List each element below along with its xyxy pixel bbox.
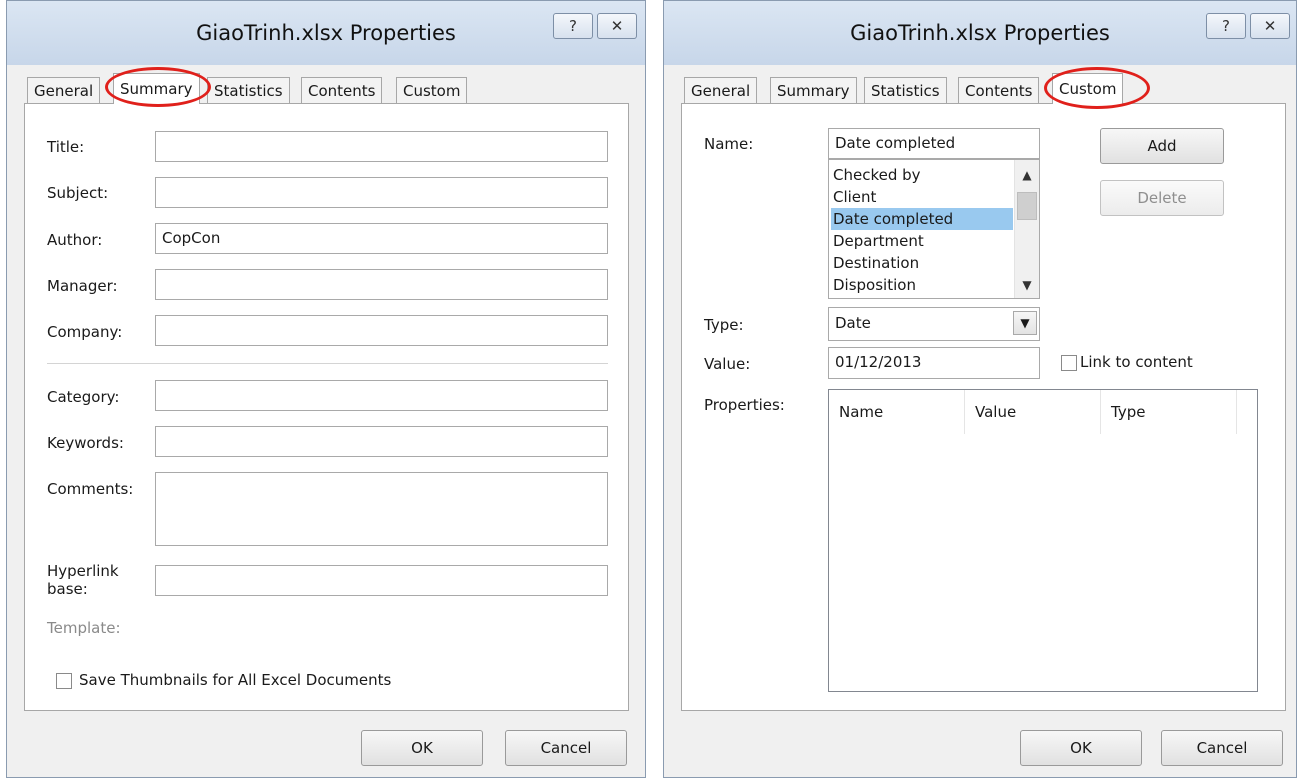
list-item-selected[interactable]: Date completed [831,208,1013,230]
cancel-button[interactable]: Cancel [505,730,627,766]
chevron-up-icon[interactable]: ▲ [1015,168,1039,182]
close-button[interactable]: ✕ [1250,13,1290,39]
title-bar: GiaoTrinh.xlsx Properties ? ✕ [664,1,1296,65]
name-label: Name: [704,135,754,153]
dialog-title: GiaoTrinh.xlsx Properties [196,21,456,45]
hyperlink-base-label: Hyperlink base: [47,562,119,598]
tab-general[interactable]: General [684,77,758,104]
dialog-title: GiaoTrinh.xlsx Properties [850,21,1110,45]
column-header-type[interactable]: Type [1101,390,1237,434]
title-field[interactable] [155,131,608,162]
comments-label: Comments: [47,480,134,498]
help-button[interactable]: ? [553,13,593,39]
add-button[interactable]: Add [1100,128,1224,164]
name-field[interactable]: Date completed [828,128,1040,159]
tab-general[interactable]: General [27,77,101,104]
tab-custom[interactable]: Custom [1052,73,1124,104]
tab-custom[interactable]: Custom [396,77,468,104]
manager-field[interactable] [155,269,608,300]
category-field[interactable] [155,380,608,411]
tab-summary[interactable]: Summary [770,77,857,104]
hyperlink-base-field[interactable] [155,565,608,596]
title-label: Title: [47,138,85,156]
properties-label: Properties: [704,396,785,414]
keywords-label: Keywords: [47,434,124,452]
value-label: Value: [704,355,751,373]
custom-tab-panel: Name: Date completed Checked by Client D… [681,103,1286,711]
help-icon: ? [1222,17,1230,35]
title-bar: GiaoTrinh.xlsx Properties ? ✕ [7,1,645,65]
type-label: Type: [704,316,744,334]
summary-tab-panel: Title: Subject: Author: CopCon Manager: … [24,103,629,711]
company-field[interactable] [155,315,608,346]
keywords-field[interactable] [155,426,608,457]
cancel-button[interactable]: Cancel [1161,730,1283,766]
type-value: Date [835,314,871,332]
ok-button[interactable]: OK [1020,730,1142,766]
link-to-content-label: Link to content [1080,353,1193,371]
category-label: Category: [47,388,120,406]
manager-label: Manager: [47,277,118,295]
name-list[interactable]: Checked by Client Date completed Departm… [828,159,1040,299]
save-thumbnails-checkbox[interactable] [56,673,72,689]
list-item[interactable]: Checked by [831,164,1013,186]
help-button[interactable]: ? [1206,13,1246,39]
close-button[interactable]: ✕ [597,13,637,39]
list-item[interactable]: Disposition [831,274,1013,296]
author-label: Author: [47,231,103,249]
tab-statistics[interactable]: Statistics [864,77,947,104]
tab-contents[interactable]: Contents [301,77,383,104]
hyperlink-label-line2: base: [47,580,88,598]
chevron-down-icon[interactable]: ▼ [1013,311,1037,335]
close-icon: ✕ [1263,17,1277,35]
ok-button[interactable]: OK [361,730,483,766]
list-item[interactable]: Client [831,186,1013,208]
comments-field[interactable] [155,472,608,546]
column-header-value[interactable]: Value [965,390,1101,434]
hyperlink-label-line1: Hyperlink [47,562,119,580]
delete-button[interactable]: Delete [1100,180,1224,216]
tab-summary[interactable]: Summary [113,73,200,104]
tab-contents[interactable]: Contents [958,77,1040,104]
company-label: Company: [47,323,123,341]
separator [47,363,608,365]
list-item[interactable]: Destination [831,252,1013,274]
value-field[interactable]: 01/12/2013 [828,347,1040,379]
type-select[interactable]: Date ▼ [828,307,1040,341]
author-field[interactable]: CopCon [155,223,608,254]
list-scrollbar[interactable]: ▲ ▼ [1014,160,1039,298]
subject-field[interactable] [155,177,608,208]
properties-list[interactable]: Name Value Type [828,389,1258,692]
chevron-down-icon[interactable]: ▼ [1015,278,1039,292]
link-to-content-checkbox[interactable] [1061,355,1077,371]
list-item[interactable]: Department [831,230,1013,252]
tab-statistics[interactable]: Statistics [207,77,290,104]
properties-dialog-custom: GiaoTrinh.xlsx Properties ? ✕ General Su… [663,0,1297,778]
close-icon: ✕ [610,17,624,35]
save-thumbnails-label: Save Thumbnails for All Excel Documents [79,671,392,689]
column-header-name[interactable]: Name [829,390,965,434]
subject-label: Subject: [47,184,109,202]
template-label: Template: [47,619,121,637]
properties-dialog-summary: GiaoTrinh.xlsx Properties ? ✕ General Su… [6,0,646,778]
scroll-thumb[interactable] [1017,192,1037,220]
help-icon: ? [569,17,577,35]
